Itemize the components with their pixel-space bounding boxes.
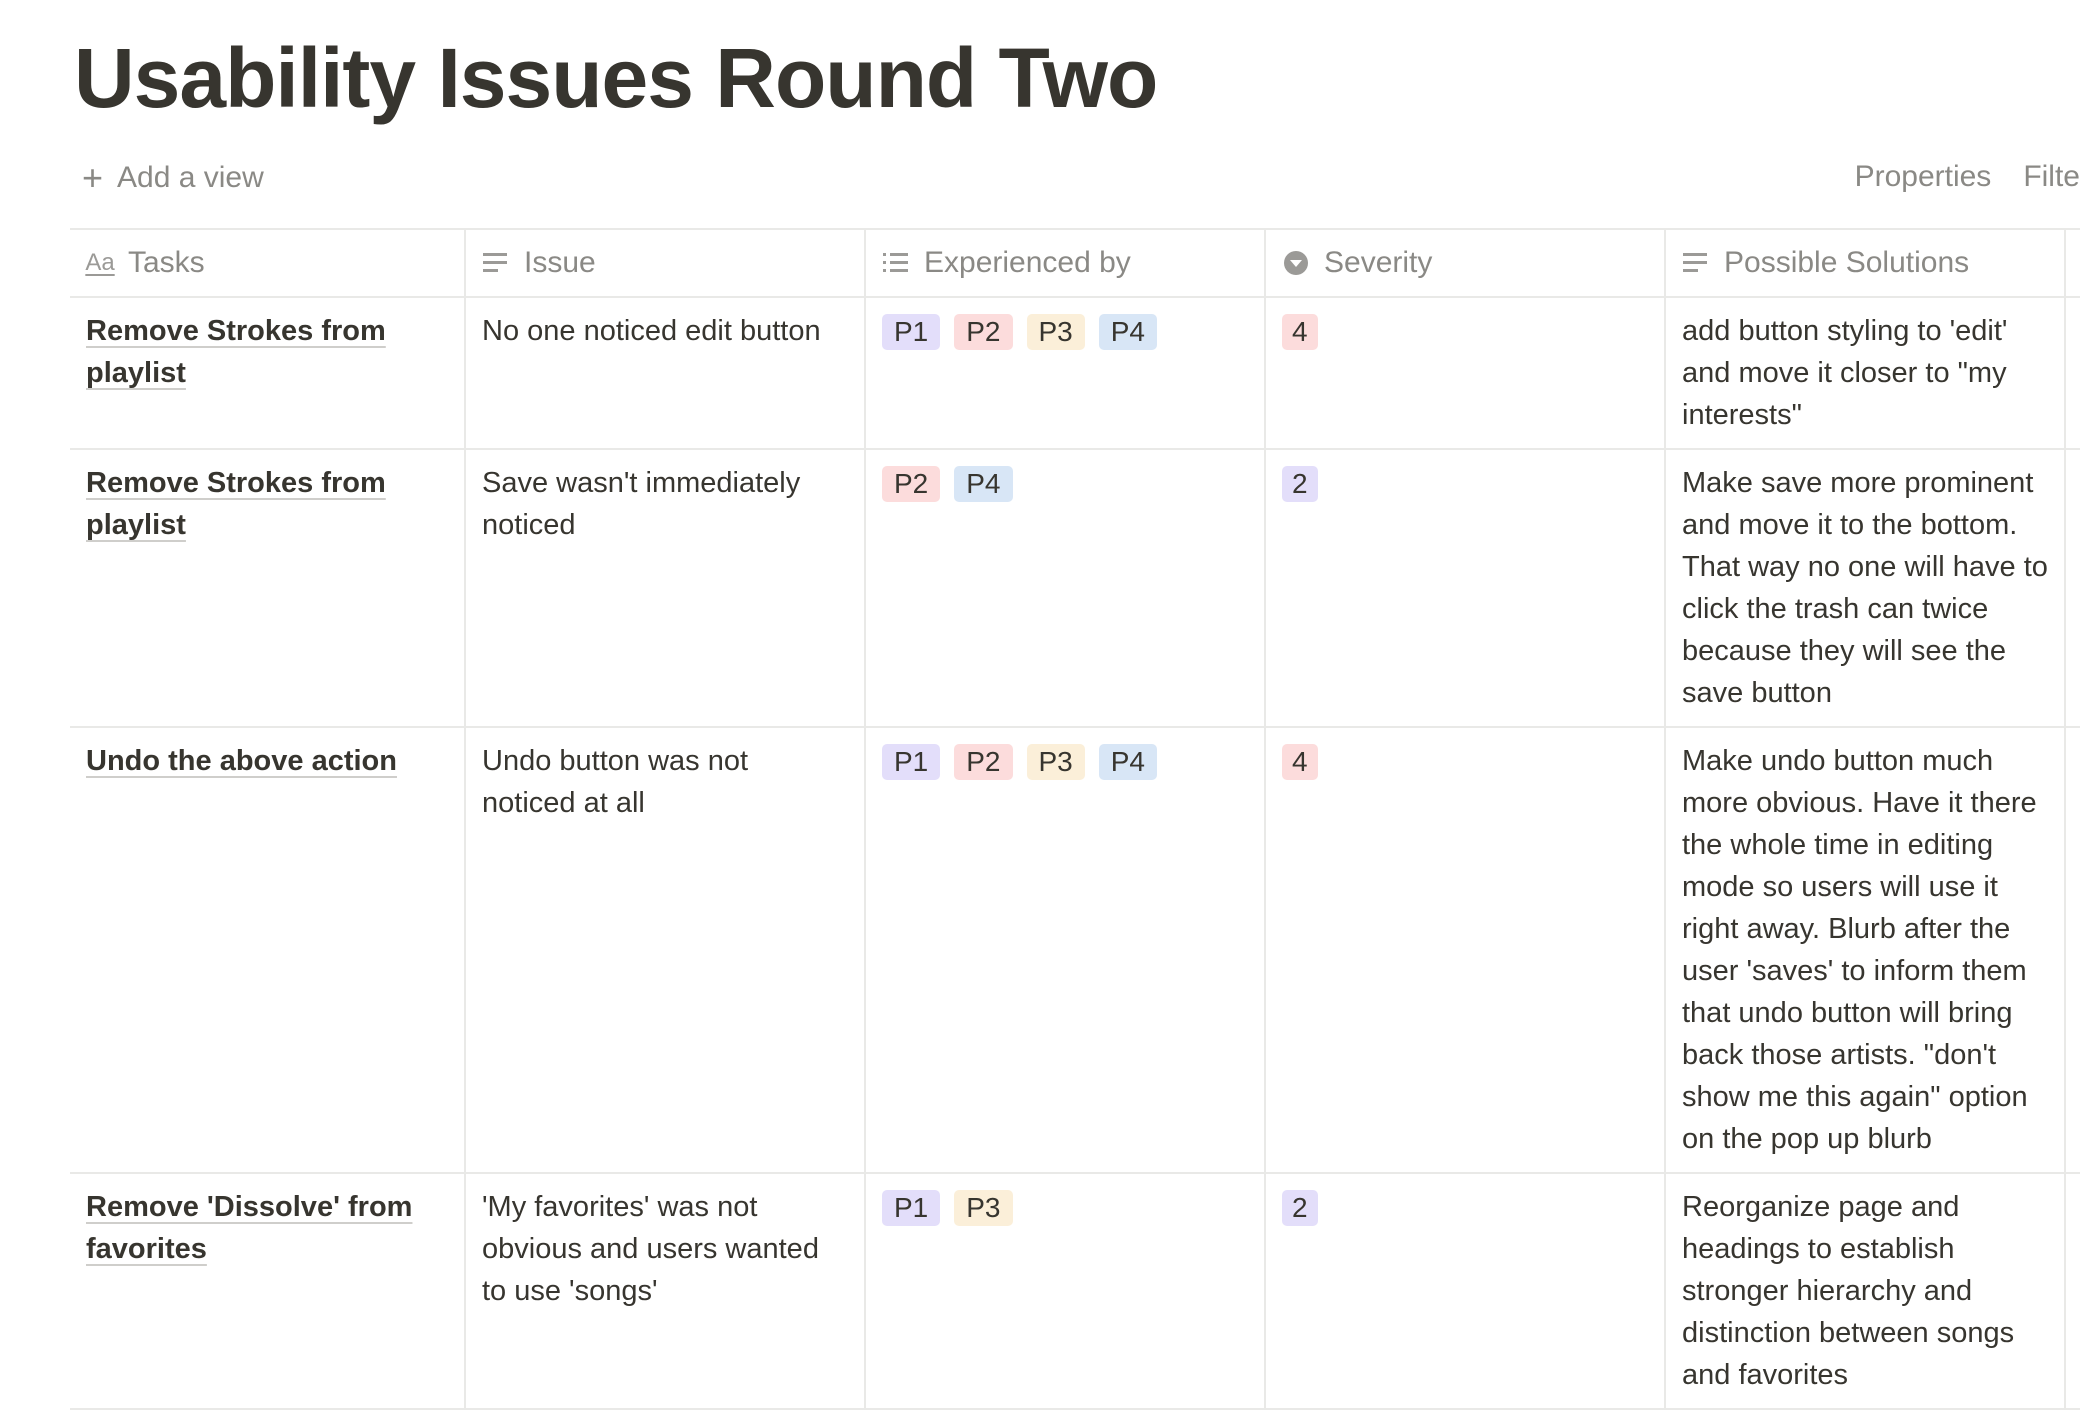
column-header-issue[interactable]: Issue bbox=[466, 230, 866, 296]
participant-tag: P1 bbox=[882, 314, 941, 350]
participant-tag: P2 bbox=[882, 466, 941, 502]
title-property-icon: Aa bbox=[85, 249, 115, 276]
table-row[interactable]: Remove Strokes from playlist Save wasn't… bbox=[70, 450, 2080, 728]
column-header-label: Issue bbox=[524, 246, 596, 279]
severity-badge: 2 bbox=[1282, 1190, 1318, 1226]
table-row[interactable]: Remove Strokes from playlist No one noti… bbox=[70, 298, 2080, 450]
severity-cell[interactable]: 2 bbox=[1266, 1174, 1666, 1408]
solution-cell[interactable]: Make undo button much more obvious. Have… bbox=[1666, 728, 2066, 1172]
severity-badge: 4 bbox=[1282, 744, 1318, 780]
add-view-label: Add a view bbox=[117, 161, 264, 194]
task-cell[interactable]: Remove Strokes from playlist bbox=[70, 298, 466, 448]
view-tools: Properties Filte bbox=[1855, 160, 2080, 194]
task-link[interactable]: Remove Strokes from playlist bbox=[86, 315, 386, 389]
participant-tag: P1 bbox=[882, 1190, 941, 1226]
view-bar: + Add a view Properties Filte bbox=[70, 160, 2080, 208]
solution-cell[interactable]: add button styling to 'edit' and move it… bbox=[1666, 298, 2066, 448]
task-cell[interactable]: Remove Strokes from playlist bbox=[70, 450, 466, 726]
participant-tag: P3 bbox=[1026, 744, 1085, 780]
issue-cell[interactable]: 'My favorites' was not obvious and users… bbox=[466, 1174, 866, 1408]
participant-tag: P4 bbox=[1098, 744, 1157, 780]
select-property-icon bbox=[1282, 249, 1310, 277]
participant-tag: P4 bbox=[1098, 314, 1157, 350]
column-header-label: Possible Solutions bbox=[1724, 246, 1970, 279]
column-header-overflow bbox=[2066, 230, 2080, 296]
column-header-experienced-by[interactable]: Experienced by bbox=[866, 230, 1266, 296]
table-row[interactable]: Undo the above action Undo button was no… bbox=[70, 728, 2080, 1174]
severity-cell[interactable]: 4 bbox=[1266, 728, 1666, 1172]
overflow-cell bbox=[2066, 1174, 2080, 1408]
database-table: Aa Tasks Issue Experienced by Severity P… bbox=[70, 228, 2080, 1410]
column-header-label: Severity bbox=[1324, 246, 1433, 279]
severity-badge: 4 bbox=[1282, 314, 1318, 350]
overflow-cell bbox=[2066, 450, 2080, 726]
table-header: Aa Tasks Issue Experienced by Severity P… bbox=[70, 228, 2080, 298]
solution-cell[interactable]: Reorganize page and headings to establis… bbox=[1666, 1174, 2066, 1408]
participant-tag: P3 bbox=[954, 1190, 1013, 1226]
experienced-by-cell[interactable]: P1 P2 P3 P4 bbox=[866, 298, 1266, 448]
task-cell[interactable]: Undo the above action bbox=[70, 728, 466, 1172]
properties-button[interactable]: Properties bbox=[1855, 160, 1992, 194]
issue-cell[interactable]: Save wasn't immediately noticed bbox=[466, 450, 866, 726]
issue-cell[interactable]: Undo button was not noticed at all bbox=[466, 728, 866, 1172]
task-cell[interactable]: Remove 'Dissolve' from favorites bbox=[70, 1174, 466, 1408]
overflow-cell bbox=[2066, 298, 2080, 448]
solution-cell[interactable]: Make save more prominent and move it to … bbox=[1666, 450, 2066, 726]
column-header-severity[interactable]: Severity bbox=[1266, 230, 1666, 296]
severity-badge: 2 bbox=[1282, 466, 1318, 502]
text-property-icon bbox=[482, 249, 510, 277]
multi-select-property-icon bbox=[882, 249, 910, 277]
overflow-cell bbox=[2066, 728, 2080, 1172]
experienced-by-cell[interactable]: P1 P2 P3 P4 bbox=[866, 728, 1266, 1172]
column-header-possible-solutions[interactable]: Possible Solutions bbox=[1666, 230, 2066, 296]
add-view-button[interactable]: + Add a view bbox=[82, 160, 264, 196]
plus-icon: + bbox=[82, 157, 104, 198]
task-link[interactable]: Undo the above action bbox=[86, 745, 397, 777]
experienced-by-cell[interactable]: P1 P3 bbox=[866, 1174, 1266, 1408]
column-header-tasks[interactable]: Aa Tasks bbox=[70, 230, 466, 296]
severity-cell[interactable]: 2 bbox=[1266, 450, 1666, 726]
text-property-icon bbox=[1682, 249, 1710, 277]
task-link[interactable]: Remove Strokes from playlist bbox=[86, 467, 386, 541]
participant-tag: P2 bbox=[954, 314, 1013, 350]
page-title: Usability Issues Round Two bbox=[74, 31, 1158, 125]
severity-cell[interactable]: 4 bbox=[1266, 298, 1666, 448]
experienced-by-cell[interactable]: P2 P4 bbox=[866, 450, 1266, 726]
participant-tag: P1 bbox=[882, 744, 941, 780]
task-link[interactable]: Remove 'Dissolve' from favorites bbox=[86, 1191, 412, 1265]
participant-tag: P3 bbox=[1026, 314, 1085, 350]
column-header-label: Experienced by bbox=[924, 246, 1131, 279]
participant-tag: P2 bbox=[954, 744, 1013, 780]
issue-cell[interactable]: No one noticed edit button bbox=[466, 298, 866, 448]
participant-tag: P4 bbox=[954, 466, 1013, 502]
column-header-label: Tasks bbox=[128, 246, 205, 279]
filter-button[interactable]: Filte bbox=[2023, 160, 2080, 194]
table-row[interactable]: Remove 'Dissolve' from favorites 'My fav… bbox=[70, 1174, 2080, 1410]
